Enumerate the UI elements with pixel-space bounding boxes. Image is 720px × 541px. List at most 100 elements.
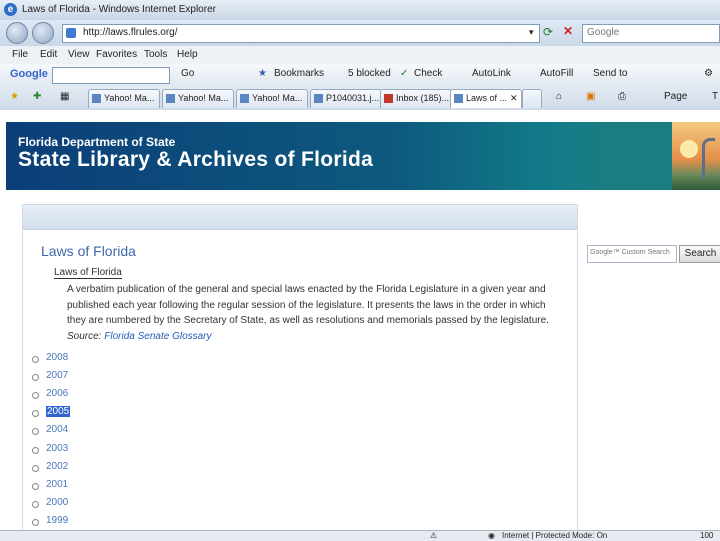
tab-yahoo-mail-1[interactable]: Yahoo! Ma... (88, 89, 160, 108)
refresh-icon[interactable]: ⟳ (543, 25, 553, 39)
tab-page-icon (92, 94, 101, 103)
tab-label: Yahoo! Ma... (104, 93, 155, 103)
tab-laws-of-florida[interactable]: Laws of ... ✕ (450, 89, 522, 108)
autolink-button[interactable]: AutoLink (472, 68, 511, 79)
site-search-placeholder: Google™ Custom Search (590, 249, 670, 256)
google-go-button[interactable]: Go (181, 68, 194, 79)
source-link[interactable]: Florida Senate Glossary (104, 331, 211, 342)
favorites-star-icon[interactable]: ★ (10, 91, 19, 102)
site-search-button[interactable]: Search (679, 245, 720, 263)
heron-shape (702, 138, 715, 179)
check-button[interactable]: Check (414, 68, 442, 79)
status-bar: ⚠ ◉ Internet | Protected Mode: On 100 (0, 530, 720, 541)
menu-view[interactable]: View (68, 49, 90, 60)
popup-blocked-button[interactable]: 5 blocked (348, 68, 391, 79)
bookmarks-button[interactable]: Bookmarks (274, 68, 324, 79)
quick-tabs-icon[interactable]: ▦ (60, 91, 69, 102)
bullet-icon (32, 482, 39, 490)
globe-icon: ◉ (488, 531, 495, 540)
year-link[interactable]: 1999 (32, 515, 68, 526)
tools-menu-button[interactable]: T (712, 91, 718, 102)
year-link[interactable]: 2005 (32, 406, 71, 418)
address-url: http://laws.flrules.org/ (83, 27, 178, 38)
tab-label: Laws of ... (466, 93, 508, 103)
panel-header (23, 205, 577, 230)
back-button[interactable] (6, 22, 28, 44)
year-label[interactable]: 2007 (46, 370, 68, 381)
print-icon[interactable]: ⎙ (618, 91, 626, 102)
address-field[interactable]: http://laws.flrules.org/ ▾ (62, 24, 540, 43)
add-favorites-icon[interactable]: ✚ (33, 91, 41, 102)
yahoo-mail-icon (384, 94, 393, 103)
year-label[interactable]: 2003 (46, 443, 68, 454)
tab-page-icon (240, 94, 249, 103)
heron-sunset-image (672, 122, 720, 190)
settings-icon[interactable]: ⚙ (704, 68, 713, 79)
sun-shape (680, 140, 698, 158)
stop-icon[interactable]: ✕ (563, 24, 573, 38)
google-toolbar-search[interactable] (52, 67, 170, 84)
year-link[interactable]: 2006 (32, 388, 68, 400)
menu-edit[interactable]: Edit (40, 49, 57, 60)
sendto-button[interactable]: Send to (593, 68, 627, 79)
year-label[interactable]: 2006 (46, 388, 68, 399)
year-label[interactable]: 2005 (46, 406, 71, 418)
home-icon[interactable]: ⌂ (556, 91, 562, 102)
menu-favorites[interactable]: Favorites (96, 49, 137, 60)
source-label: Source: (67, 330, 102, 342)
tab-page-icon (454, 94, 463, 103)
google-logo[interactable]: Google (10, 68, 48, 80)
year-label[interactable]: 2008 (46, 352, 68, 363)
year-link[interactable]: 2004 (32, 424, 68, 436)
tab-label: P1040031.j... (326, 93, 380, 103)
year-label[interactable]: 1999 (46, 515, 68, 526)
menu-bar: File Edit View Favorites Tools Help (0, 46, 720, 65)
tab-photo[interactable]: P1040031.j... (310, 89, 382, 108)
banner-title[interactable]: State Library & Archives of Florida (18, 148, 373, 172)
search-input[interactable]: Google (582, 24, 720, 43)
year-link[interactable]: 2008 (32, 352, 68, 363)
bullet-icon (32, 374, 39, 382)
menu-tools[interactable]: Tools (144, 49, 167, 60)
year-link[interactable]: 2007 (32, 370, 68, 382)
year-label[interactable]: 2004 (46, 424, 68, 435)
section-heading: Laws of Florida (54, 267, 122, 279)
feeds-icon[interactable]: ▣ (586, 91, 595, 102)
close-tab-icon[interactable]: ✕ (510, 93, 518, 104)
address-dropdown-icon[interactable]: ▾ (529, 27, 534, 38)
bullet-icon (32, 410, 39, 418)
window-title: Laws of Florida - Windows Internet Explo… (22, 4, 216, 15)
error-icon: ⚠ (430, 531, 438, 540)
year-label[interactable]: 2001 (46, 479, 68, 490)
zoom-level[interactable]: 100 (700, 531, 713, 540)
address-toolbar: http://laws.flrules.org/ ▾ ⟳ ✕ Google (0, 20, 720, 46)
year-link[interactable]: 2003 (32, 443, 68, 454)
new-tab-button[interactable] (522, 89, 542, 108)
page-menu-button[interactable]: Page (664, 91, 687, 102)
tab-label: Inbox (185)... (396, 93, 450, 103)
bullet-icon (32, 500, 39, 508)
ie-logo-icon: e (4, 3, 17, 16)
autofill-button[interactable]: AutoFill (540, 68, 573, 79)
bullet-icon (32, 428, 39, 436)
year-link[interactable]: 2002 (32, 461, 68, 472)
tab-label: Yahoo! Ma... (252, 93, 303, 103)
menu-help[interactable]: Help (177, 49, 198, 60)
year-label[interactable]: 2000 (46, 497, 68, 508)
year-label[interactable]: 2002 (46, 461, 68, 472)
description-text: A verbatim publication of the general an… (67, 282, 559, 344)
tab-yahoo-mail-3[interactable]: Yahoo! Ma... (236, 89, 308, 108)
tab-inbox[interactable]: Inbox (185)... (380, 89, 452, 108)
site-search-input[interactable]: Google™ Custom Search (587, 245, 677, 263)
star-icon: ★ (258, 68, 267, 79)
forward-button[interactable] (32, 22, 54, 44)
year-link[interactable]: 2001 (32, 479, 68, 490)
tab-yahoo-mail-2[interactable]: Yahoo! Ma... (162, 89, 234, 108)
page-title: Laws of Florida (41, 243, 136, 259)
security-zone-text[interactable]: Internet | Protected Mode: On (502, 531, 607, 540)
menu-file[interactable]: File (12, 49, 28, 60)
page-content: Florida Department of State State Librar… (0, 110, 720, 530)
year-link[interactable]: 2000 (32, 497, 68, 508)
banner-department: Florida Department of State (18, 135, 176, 149)
window-title-bar: e Laws of Florida - Windows Internet Exp… (0, 0, 720, 21)
